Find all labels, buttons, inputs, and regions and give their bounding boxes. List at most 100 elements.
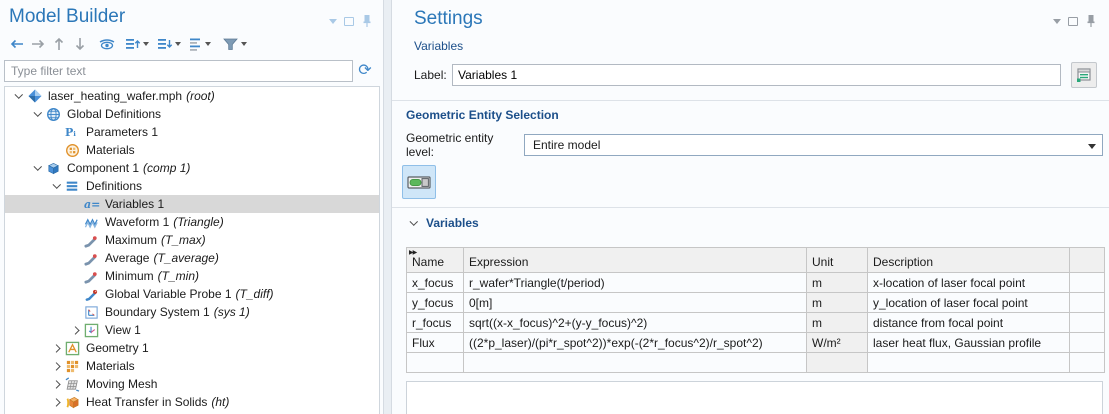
chevron-down-icon[interactable]: [11, 88, 27, 104]
table-empty-area[interactable]: [406, 381, 1103, 414]
column-header-unit[interactable]: Unit: [807, 248, 868, 273]
rename-icon: [1075, 66, 1093, 84]
cell-name[interactable]: y_focus: [407, 293, 464, 313]
cell-description[interactable]: [868, 353, 1070, 373]
chevron-spacer: [68, 232, 84, 248]
tree-item-average[interactable]: Average (T_average): [5, 249, 379, 267]
cell-name[interactable]: [407, 353, 464, 373]
tree-item-geometry-1[interactable]: Geometry 1: [5, 339, 379, 357]
active-selection-toggle-button[interactable]: [402, 165, 436, 199]
go-forward-icon[interactable]: [29, 34, 47, 54]
table-row[interactable]: x_focus r_wafer*Triangle(t/period) m x-l…: [407, 273, 1105, 293]
tree-item-tag: (Triangle): [173, 215, 223, 229]
panel-menu-icon[interactable]: [1053, 19, 1061, 24]
refresh-icon[interactable]: ⟳: [353, 61, 377, 81]
table-row[interactable]: Flux ((2*p_laser)/(pi*r_spot^2))*exp(-(2…: [407, 333, 1105, 353]
tree-item-global-materials[interactable]: Materials: [5, 141, 379, 159]
chevron-right-icon[interactable]: [49, 358, 65, 374]
cell-name[interactable]: r_focus: [407, 313, 464, 333]
chevron-down-icon[interactable]: [49, 178, 65, 194]
pin-icon[interactable]: [1085, 14, 1097, 28]
label-input[interactable]: [452, 64, 1061, 86]
tree-item-root[interactable]: laser_heating_wafer.mph (root): [5, 87, 379, 105]
cell-expression[interactable]: r_wafer*Triangle(t/period): [464, 273, 807, 293]
cell-expression[interactable]: sqrt((x-x_focus)^2+(y-y_focus)^2): [464, 313, 807, 333]
tree-item-label: Moving Mesh: [86, 377, 157, 391]
column-header-description[interactable]: Description: [868, 248, 1070, 273]
float-window-icon[interactable]: [1068, 17, 1078, 26]
probe-icon: [84, 250, 103, 266]
chevron-spacer: [68, 268, 84, 284]
tree-item-component-1[interactable]: Component 1 (comp 1): [5, 159, 379, 177]
column-header-blank: [1070, 248, 1105, 273]
move-up-icon[interactable]: [50, 34, 68, 54]
section-collapse-icon[interactable]: [406, 215, 422, 231]
cell-name[interactable]: x_focus: [407, 273, 464, 293]
tree-item-label: Average: [105, 251, 149, 265]
settings-subtitle: Variables: [414, 39, 463, 53]
tree-item-definitions[interactable]: Definitions: [5, 177, 379, 195]
cell-description[interactable]: distance from focal point: [868, 313, 1070, 333]
filter-dropdown-icon[interactable]: [241, 42, 247, 46]
chevron-right-icon[interactable]: [68, 322, 84, 338]
cell-expression[interactable]: 0[m]: [464, 293, 807, 313]
tree-item-label: Boundary System 1: [105, 305, 210, 319]
cell-description[interactable]: y_location of laser focal point: [868, 293, 1070, 313]
chevron-right-icon[interactable]: [49, 376, 65, 392]
tree-item-heat-transfer-in-solids[interactable]: Heat Transfer in Solids (ht): [5, 393, 379, 411]
filter-input[interactable]: [4, 60, 353, 82]
cell-unit: W/m²: [807, 333, 868, 353]
chevron-right-icon[interactable]: [49, 340, 65, 356]
cell-unit: m: [807, 293, 868, 313]
tree-item-global-variable-probe-1[interactable]: Global Variable Probe 1 (T_diff): [5, 285, 379, 303]
go-back-icon[interactable]: [8, 34, 26, 54]
collapse-all-dropdown-icon[interactable]: [175, 42, 181, 46]
tree-item-tag: (T_max): [161, 233, 206, 247]
parameters-icon: Pᵢ: [65, 124, 84, 140]
rename-button[interactable]: [1071, 62, 1097, 88]
cell-expression[interactable]: [464, 353, 807, 373]
tree-item-label: Definitions: [86, 179, 142, 193]
table-row-empty[interactable]: [407, 353, 1105, 373]
tree-item-moving-mesh[interactable]: Moving Mesh: [5, 375, 379, 393]
tree-item-view-1[interactable]: View 1: [5, 321, 379, 339]
tree-item-waveform-1[interactable]: Waveform 1 (Triangle): [5, 213, 379, 231]
tree-item-label: Global Variable Probe 1: [105, 287, 232, 301]
chevron-spacer: [68, 286, 84, 302]
cell-name[interactable]: Flux: [407, 333, 464, 353]
label-field-label: Label:: [414, 68, 452, 82]
tree-item-materials[interactable]: Materials: [5, 357, 379, 375]
column-header-expression[interactable]: Expression: [464, 248, 807, 273]
tree-item-boundary-system-1[interactable]: Boundary System 1 (sys 1): [5, 303, 379, 321]
float-window-icon[interactable]: [344, 17, 354, 26]
cell-expression[interactable]: ((2*p_laser)/(pi*r_spot^2))*exp(-(2*r_fo…: [464, 333, 807, 353]
show-icon[interactable]: [97, 34, 117, 54]
cell-description[interactable]: x-location of laser focal point: [868, 273, 1070, 293]
table-row[interactable]: y_focus 0[m] m y_location of laser focal…: [407, 293, 1105, 313]
cell-blank: [1070, 313, 1105, 333]
tree-item-tag: (ht): [211, 395, 229, 409]
tree-item-global-definitions[interactable]: Global Definitions: [5, 105, 379, 123]
tree-item-variables-1[interactable]: a= Variables 1: [5, 195, 379, 213]
tree-item-minimum[interactable]: Minimum (T_min): [5, 267, 379, 285]
model-builder-panel: Model Builder ⟳: [0, 0, 384, 414]
expand-all-button[interactable]: [124, 36, 149, 52]
geometric-entity-level-select[interactable]: Entire model: [524, 134, 1103, 156]
column-header-name[interactable]: ▶▶Name: [407, 248, 464, 273]
node-label-options-button[interactable]: [188, 36, 211, 52]
cell-description[interactable]: laser heat flux, Gaussian profile: [868, 333, 1070, 353]
pin-icon[interactable]: [361, 14, 373, 28]
move-down-icon[interactable]: [71, 34, 89, 54]
tree-item-label: Maximum: [105, 233, 157, 247]
panel-menu-icon[interactable]: [329, 19, 337, 24]
tree-item-maximum[interactable]: Maximum (T_max): [5, 231, 379, 249]
filter-button[interactable]: [222, 36, 247, 52]
node-label-dropdown-icon[interactable]: [205, 42, 211, 46]
chevron-down-icon[interactable]: [30, 160, 46, 176]
expand-all-dropdown-icon[interactable]: [143, 42, 149, 46]
chevron-right-icon[interactable]: [49, 394, 65, 410]
tree-item-parameters[interactable]: Pᵢ Parameters 1: [5, 123, 379, 141]
collapse-all-button[interactable]: [156, 36, 181, 52]
table-row[interactable]: r_focus sqrt((x-x_focus)^2+(y-y_focus)^2…: [407, 313, 1105, 333]
chevron-down-icon[interactable]: [30, 106, 46, 122]
